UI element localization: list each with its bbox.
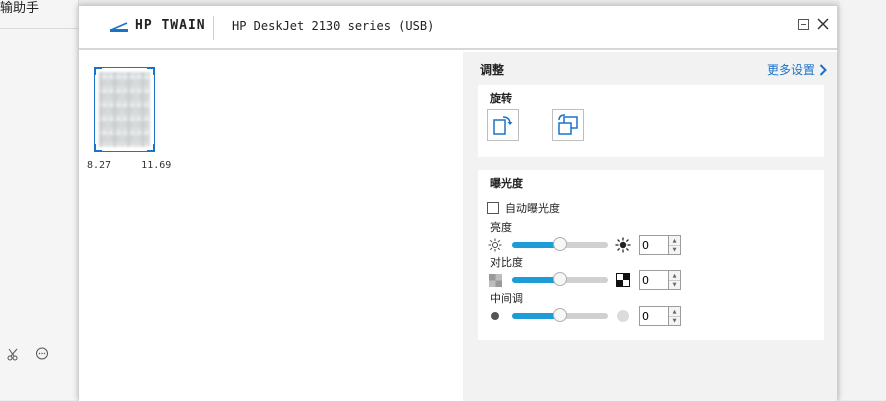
rotate-left-button[interactable] xyxy=(487,109,519,141)
rotate-card: 旋转 xyxy=(478,85,824,157)
dialog-titlebar: HP TWAIN HP DeskJet 2130 series (USB) xyxy=(79,6,837,50)
brightness-label: 亮度 xyxy=(490,221,512,234)
brightness-value-input[interactable] xyxy=(639,235,669,255)
scan-preview-area: 8.27 11.69 xyxy=(79,52,463,401)
midtone-dark-icon xyxy=(488,309,502,323)
background-app-sidebar: 输助手 xyxy=(0,0,79,400)
background-toolbar xyxy=(6,346,50,362)
auto-exposure-label: 自动曝光度 xyxy=(505,202,560,215)
rotate-left-icon xyxy=(493,116,513,135)
chevron-right-icon xyxy=(819,63,827,76)
contrast-spinner[interactable]: ▲ ▼ xyxy=(669,270,681,290)
more-settings-link[interactable]: 更多设置 xyxy=(767,61,827,78)
chat-bubble-icon[interactable] xyxy=(34,346,50,362)
midtone-value-input[interactable] xyxy=(639,306,669,326)
crop-handle-top-right[interactable] xyxy=(147,67,155,75)
scissors-icon[interactable] xyxy=(6,346,22,362)
background-app-right xyxy=(840,0,886,400)
brightness-high-icon xyxy=(615,237,631,253)
exposure-card: 曝光度 自动曝光度 亮度 ▲ ▼ 对比度 xyxy=(478,170,824,340)
more-settings-label: 更多设置 xyxy=(766,63,815,77)
midtone-slider[interactable] xyxy=(512,308,608,322)
scan-thumbnail[interactable] xyxy=(94,67,155,152)
close-button[interactable] xyxy=(815,16,831,32)
midtone-light-icon xyxy=(615,308,631,324)
contrast-high-icon xyxy=(615,272,631,288)
background-app-title: 输助手 xyxy=(0,1,40,16)
contrast-decrement-button[interactable]: ▼ xyxy=(669,280,680,289)
page-size-label: 8.27 11.69 xyxy=(87,160,172,171)
brightness-slider[interactable] xyxy=(512,237,608,251)
titlebar-divider xyxy=(213,16,214,40)
brand-label: HP TWAIN xyxy=(135,18,206,33)
adjust-heading: 调整 xyxy=(480,63,505,77)
device-name: HP DeskJet 2130 series (USB) xyxy=(232,19,435,33)
hp-scanner-logo-icon xyxy=(110,21,128,32)
crop-handle-bottom-left[interactable] xyxy=(94,144,102,152)
exposure-title: 曝光度 xyxy=(490,177,523,190)
midtone-spinner[interactable]: ▲ ▼ xyxy=(669,306,681,326)
close-icon xyxy=(817,18,829,30)
twain-dialog: HP TWAIN HP DeskJet 2130 series (USB) 8.… xyxy=(78,5,838,401)
rotate-right-icon xyxy=(558,114,578,135)
minimize-icon xyxy=(797,18,809,30)
crop-handle-bottom-right[interactable] xyxy=(147,144,155,152)
contrast-low-icon xyxy=(488,273,502,287)
midtone-slider-thumb[interactable] xyxy=(553,308,567,322)
contrast-value-input[interactable] xyxy=(639,270,669,290)
contrast-slider-thumb[interactable] xyxy=(553,272,567,286)
rotate-right-button[interactable] xyxy=(552,109,584,141)
midtone-decrement-button[interactable]: ▼ xyxy=(669,316,680,325)
brightness-slider-thumb[interactable] xyxy=(553,237,567,251)
scan-thumbnail-image xyxy=(99,72,150,147)
crop-handle-top-left[interactable] xyxy=(94,67,102,75)
brightness-low-icon xyxy=(488,238,502,252)
hp-brand: HP TWAIN xyxy=(109,18,206,33)
auto-exposure-checkbox[interactable] xyxy=(487,202,499,214)
adjust-panel: 调整 更多设置 旋转 曝光度 自动曝光度 亮度 0 ▲ ▼ 对比度 0 ▲ ▼ … xyxy=(463,52,837,401)
contrast-label: 对比度 xyxy=(490,256,523,269)
rotate-title: 旋转 xyxy=(490,92,512,105)
brightness-spinner[interactable]: ▲ ▼ xyxy=(669,235,681,255)
midtone-label: 中间调 xyxy=(490,292,523,305)
contrast-slider[interactable] xyxy=(512,272,608,286)
minimize-button[interactable] xyxy=(795,16,811,32)
brightness-decrement-button[interactable]: ▼ xyxy=(669,245,680,254)
background-divider xyxy=(0,28,78,29)
